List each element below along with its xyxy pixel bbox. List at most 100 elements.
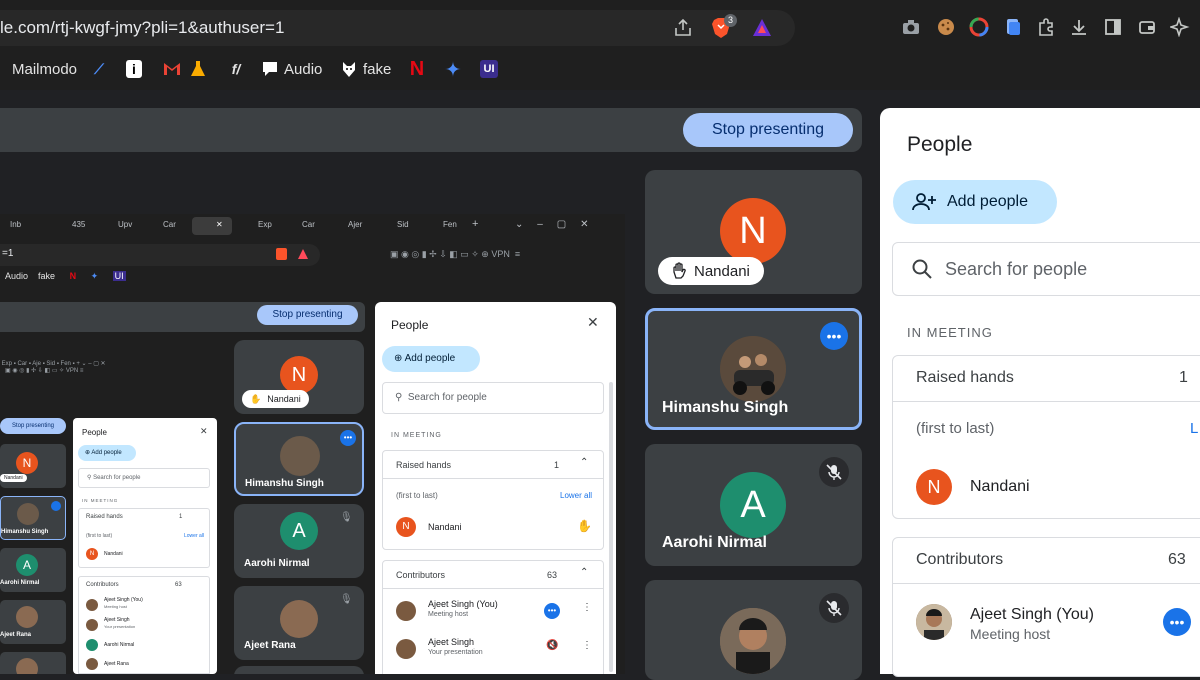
window-controls[interactable]: ⌄ – ▢ ✕ xyxy=(515,219,588,230)
nested-rewards-icon xyxy=(298,249,308,259)
more-options-icon[interactable]: ••• xyxy=(1163,608,1191,636)
raised-hands-header[interactable]: Raised hands 1 xyxy=(893,356,1200,402)
tab[interactable]: Sid xyxy=(397,220,409,229)
brave-shields-icon[interactable]: 3 xyxy=(711,14,737,39)
avatar xyxy=(720,608,786,674)
bookmark-ui[interactable]: UI xyxy=(480,58,498,80)
hand-pill: ✋ Nandani xyxy=(242,390,309,408)
tile-participant[interactable] xyxy=(645,580,862,680)
avatar xyxy=(720,336,786,402)
address-bar[interactable]: le.com/rtj-kwgf-jmy?pli=1&authuser=1 3 xyxy=(0,10,795,46)
bookmark-link[interactable]: ⟋ xyxy=(90,58,108,80)
nested2-people-panel: People ✕ ⊕ Add people ⚲ Search for peopl… xyxy=(73,418,217,674)
tile-name: Nandani xyxy=(694,262,750,280)
bookmark-fake[interactable]: fake xyxy=(341,58,391,80)
nested-tile-more xyxy=(234,666,364,674)
more-options-icon[interactable]: ••• xyxy=(820,322,848,350)
nested2-tile xyxy=(0,652,66,674)
raised-hands-section: Raised hands 1 (first to last) L N Nanda… xyxy=(892,355,1200,519)
gmail-icon xyxy=(164,63,180,75)
cookie-extension-icon[interactable] xyxy=(935,17,957,39)
tile-aarohi-nirmal[interactable]: A Aarohi Nirmal xyxy=(645,444,862,566)
add-people-label: Add people xyxy=(947,193,1028,210)
tile-name: Himanshu Singh xyxy=(662,399,789,416)
order-label: (first to last) xyxy=(916,420,995,437)
brave-rewards-icon[interactable] xyxy=(751,17,773,39)
mic-off-icon xyxy=(819,457,849,487)
audio-icon xyxy=(263,62,277,76)
notes-extension-icon[interactable] xyxy=(1002,17,1024,39)
person-role: Meeting host xyxy=(970,626,1051,642)
nested2-tile: A Aarohi Nirmal xyxy=(0,548,66,592)
lower-all-link[interactable]: L xyxy=(1190,420,1198,437)
tab[interactable]: Inb xyxy=(10,220,21,229)
panel-title: People xyxy=(907,133,973,156)
tab[interactable]: Upv xyxy=(118,220,132,229)
avatar: N xyxy=(720,198,786,264)
bookmark-netflix[interactable]: N xyxy=(408,58,426,80)
tab[interactable]: Car xyxy=(163,220,176,229)
avatar: A xyxy=(720,472,786,538)
tab[interactable]: Exp xyxy=(258,220,272,229)
raised-hand-badge: Nandani xyxy=(658,257,764,285)
nested2-tile: Himanshu Singh xyxy=(0,496,66,540)
person-name: Nandani xyxy=(970,478,1030,495)
tile-himanshu-singh[interactable]: ••• Himanshu Singh xyxy=(645,308,862,430)
sidebar-toggle-icon[interactable] xyxy=(1102,17,1124,39)
section-count: 1 xyxy=(1179,369,1188,386)
url-text: le.com/rtj-kwgf-jmy?pli=1&authuser=1 xyxy=(0,18,285,37)
nested-bookmarks: Audio fake N ✦ UI xyxy=(5,271,126,281)
avatar: N xyxy=(916,469,952,505)
bookmark-fl[interactable]: f/ xyxy=(227,58,245,80)
fox-icon xyxy=(343,62,355,77)
nested-tile-ajeet-rana: 🎙 Ajeet Rana xyxy=(234,586,364,660)
bookmark-label: fake xyxy=(363,60,392,78)
search-people-input[interactable]: Search for people xyxy=(892,242,1200,296)
bookmark-flask[interactable] xyxy=(190,58,206,80)
browser-chrome: le.com/rtj-kwgf-jmy?pli=1&authuser=1 3 M… xyxy=(0,0,1200,90)
section-heading: IN MEETING xyxy=(907,325,993,340)
contributors-header[interactable]: Contributors 63 xyxy=(893,538,1200,584)
avatar xyxy=(916,604,952,640)
flask-icon xyxy=(191,61,205,76)
tab[interactable]: Fen xyxy=(443,220,457,229)
bookmark-info[interactable]: i xyxy=(126,58,142,80)
nested-brave-icon xyxy=(276,248,287,260)
nested2-tile: N Nandani xyxy=(0,444,66,488)
nested2-chrome: Exp ▪ Car ▪ Aje ▪ Sid ▪ Fen ▪ + ⌄ – ▢ ✕ … xyxy=(0,360,222,380)
brave-badge: 3 xyxy=(724,14,737,27)
camera-extension-icon[interactable] xyxy=(900,17,922,39)
ai-sparkle-icon[interactable] xyxy=(1168,16,1191,39)
tab[interactable]: Car xyxy=(302,220,315,229)
bookmark-mailmodo[interactable]: Mailmodo xyxy=(12,58,77,80)
bookmark-icon: f/ xyxy=(231,61,241,77)
downloads-icon[interactable] xyxy=(1068,17,1090,39)
active-tab[interactable] xyxy=(192,217,232,235)
nested2-stop-presenting: Stop presenting xyxy=(0,418,66,434)
tile-nandani[interactable]: N Nandani xyxy=(645,170,862,294)
mic-off-icon xyxy=(819,593,849,623)
tab[interactable]: 435 xyxy=(72,220,85,229)
tab[interactable]: Ajer xyxy=(348,220,362,229)
stop-presenting-button[interactable]: Stop presenting xyxy=(683,113,853,147)
raised-hand-icon xyxy=(673,262,686,279)
bookmark-gmail[interactable] xyxy=(163,58,181,80)
new-tab-icon[interactable]: + xyxy=(472,218,478,230)
color-picker-extension-icon[interactable] xyxy=(968,17,990,39)
wallet-icon[interactable] xyxy=(1136,17,1158,39)
bookmark-icon: i xyxy=(126,60,142,78)
add-people-button[interactable]: Add people xyxy=(893,180,1057,224)
bookmark-gemini[interactable] xyxy=(444,58,462,80)
nested-url: =1 xyxy=(2,248,14,259)
gemini-icon xyxy=(445,61,461,77)
nested2-tile: Ajeet Rana xyxy=(0,600,66,644)
bookmark-audio[interactable]: Audio xyxy=(262,58,322,80)
shared-screen: Inb 435 Upv Car ✕ Exp Car Ajer Sid Fen +… xyxy=(0,214,625,674)
nested-people-panel: People ✕ ⊕ Add people ⚲ Search for peopl… xyxy=(375,302,616,674)
share-icon[interactable] xyxy=(673,18,693,38)
section-title: Contributors xyxy=(916,551,1004,568)
extensions-puzzle-icon[interactable] xyxy=(1035,17,1057,39)
tab-close-icon[interactable]: ✕ xyxy=(216,220,223,229)
search-icon xyxy=(912,259,932,279)
contributors-section: Contributors 63 Ajeet Singh (You) Meetin… xyxy=(892,537,1200,677)
